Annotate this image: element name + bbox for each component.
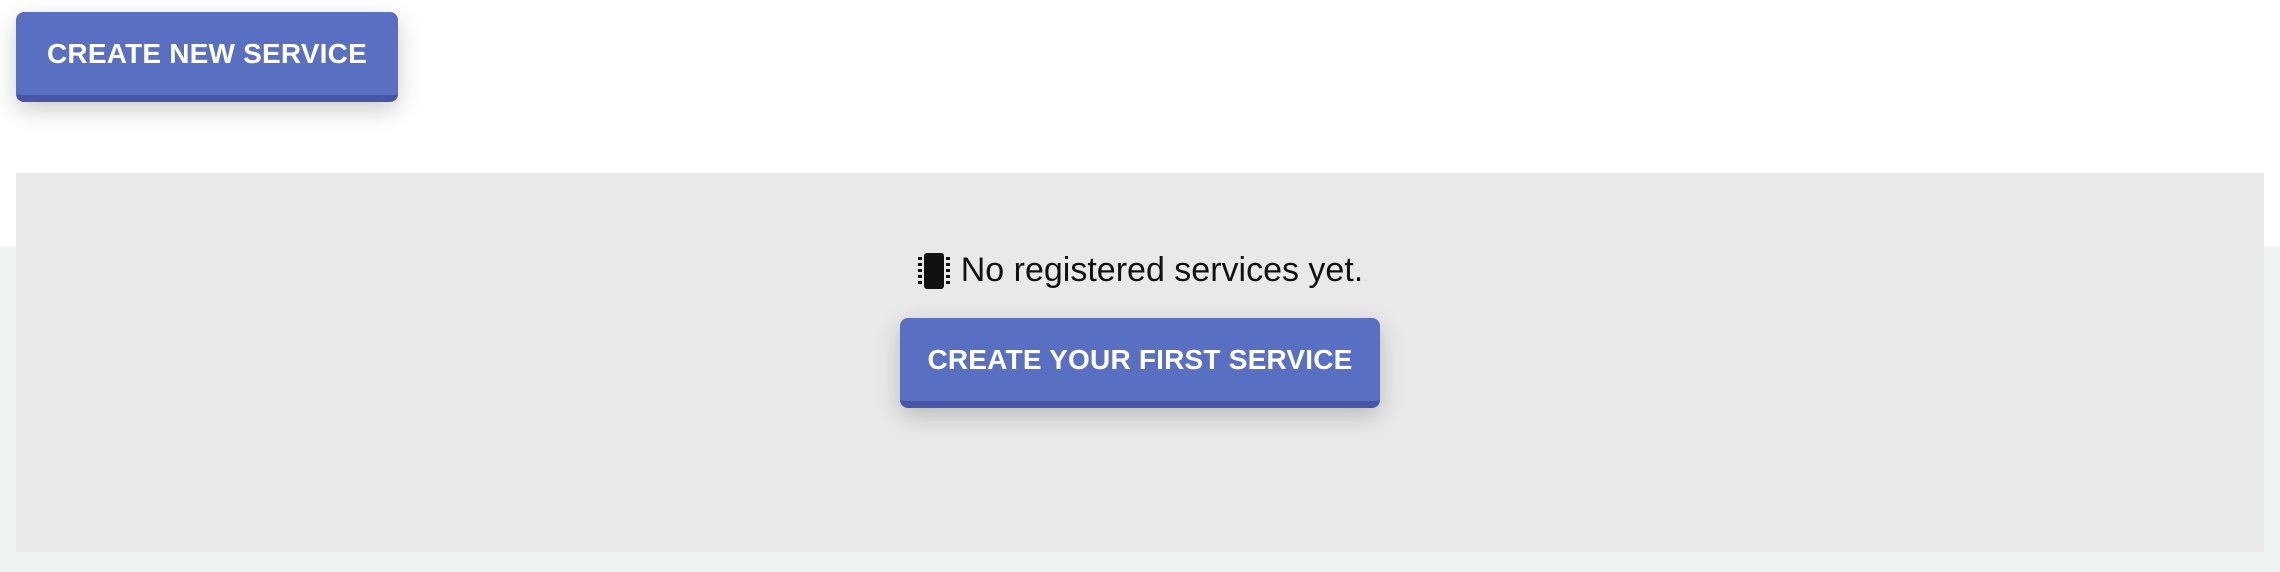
create-new-service-button[interactable]: CREATE NEW SERVICE bbox=[16, 12, 398, 102]
empty-state-message: No registered services yet. bbox=[16, 251, 2264, 290]
chip-icon bbox=[917, 252, 951, 289]
empty-state-panel: No registered services yet. CREATE YOUR … bbox=[16, 173, 2264, 552]
empty-state-text: No registered services yet. bbox=[960, 251, 1364, 289]
create-first-service-button[interactable]: CREATE YOUR FIRST SERVICE bbox=[900, 318, 1380, 408]
